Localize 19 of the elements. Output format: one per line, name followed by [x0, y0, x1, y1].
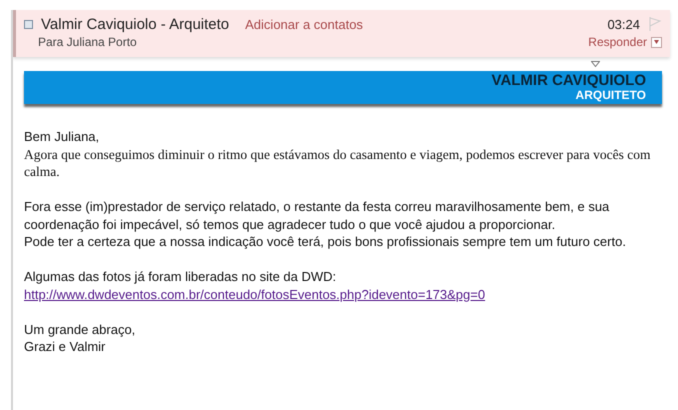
reply-button[interactable]: Responder [588, 35, 647, 49]
message-text: Um grande abraço, [24, 320, 136, 338]
message-text: Grazi e Valmir [24, 338, 106, 356]
photos-link[interactable]: http://www.dwdeventos.com.br/conteudo/fotosEventos.php?idevento=173&pg=0 [24, 286, 486, 303]
recipient-line: Para Juliana Porto [38, 35, 138, 49]
caret-icon [654, 40, 659, 44]
message-text: Bem Juliana, [24, 128, 100, 146]
sender-name: Valmir Caviquiolo - Arquiteto [41, 16, 230, 33]
message-time: 03:24 [607, 16, 640, 32]
banner-name: VALMIR CAVIQUIOLO [492, 74, 646, 88]
message-text: Agora que conseguimos diminuir o ritmo que estávamos do casamento e viagem, podemos escrever para vocês com calma. [24, 146, 652, 180]
collapse-icon[interactable] [24, 20, 33, 29]
add-to-contacts-link[interactable]: Adicionar a contatos [245, 17, 363, 32]
reply-dropdown[interactable] [651, 36, 662, 48]
message-text: Pode ter a certeza que a nossa indicação você terá, pois bons profissionais sempre tem um futuro certo. [24, 233, 627, 250]
banner-profession: ARQUITETO [576, 88, 646, 102]
message-text: Algumas das fotos já foram liberadas no site da DWD: [24, 268, 338, 286]
expand-icon[interactable] [591, 61, 600, 67]
message-text: Fora esse (im)prestador de serviço relatado, o restante da festa correu maravilhosamente bem, e sua coordenação foi impecável, só temos que agradecer tudo o que você ajudou a proporcionar. [24, 198, 610, 233]
